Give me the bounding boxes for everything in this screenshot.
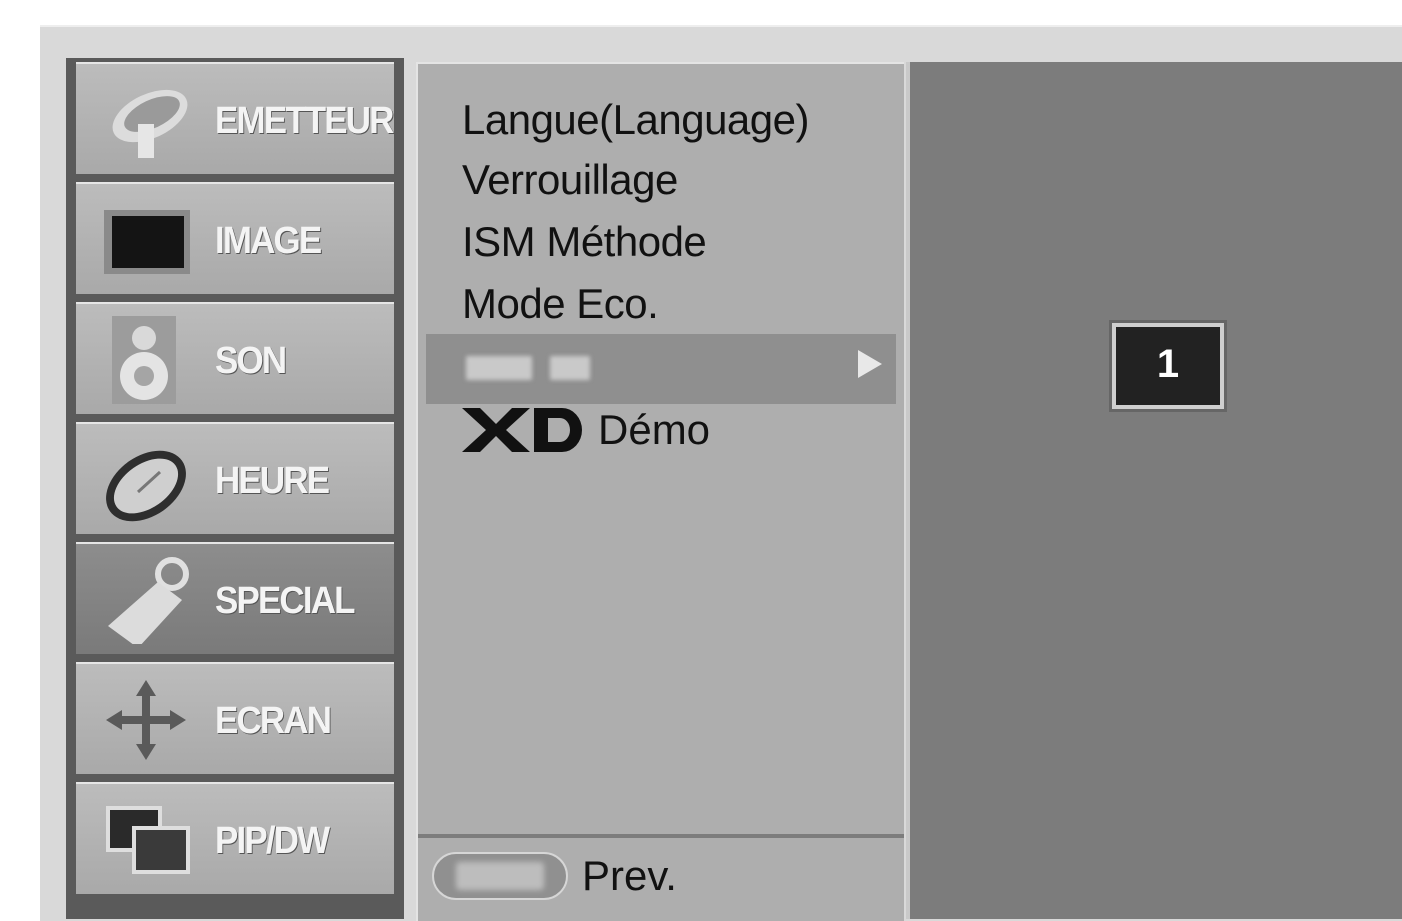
menu-item-selected[interactable]: [426, 334, 896, 404]
sidebar-item-son[interactable]: SON: [76, 302, 394, 414]
sidebar-item-label: IMAGE: [215, 220, 322, 262]
sidebar-item-label: SPECIAL: [215, 580, 355, 622]
clock-icon: [106, 450, 186, 522]
menu-item-demo[interactable]: Démo: [598, 406, 710, 454]
satellite-dish-icon: [112, 89, 188, 158]
sidebar-item-label: HEURE: [215, 460, 330, 502]
tv-screen-icon: [104, 210, 190, 274]
sidebar-item-pip-dw[interactable]: PIP/DW: [76, 782, 394, 894]
submenu-arrow-icon: [858, 350, 882, 378]
submenu-panel: [906, 62, 1402, 919]
menu-item-verrouillage[interactable]: Verrouillage: [462, 156, 678, 204]
sidebar-item-label: SON: [215, 340, 287, 382]
move-arrows-icon: [106, 680, 186, 760]
value-selector[interactable]: 1: [1112, 323, 1224, 409]
menu-item-ism-methode[interactable]: ISM Méthode: [462, 218, 707, 266]
menu-item-langue[interactable]: Langue(Language): [462, 96, 810, 144]
speaker-icon: [112, 316, 176, 404]
menu-footer-divider: [418, 834, 904, 838]
xd-logo-icon: [462, 408, 582, 452]
sidebar-item-emetteur[interactable]: EMETTEUR: [76, 62, 394, 174]
selected-item-label: [466, 350, 596, 384]
menu-item-mode-eco[interactable]: Mode Eco.: [462, 280, 659, 328]
sidebar-item-label: PIP/DW: [215, 820, 330, 862]
prev-label: Prev.: [582, 852, 677, 899]
value-text: 1: [1156, 342, 1180, 386]
sidebar-item-heure[interactable]: HEURE: [76, 422, 394, 534]
sidebar-item-label: ECRAN: [215, 700, 332, 742]
pip-windows-icon: [106, 806, 190, 874]
sidebar-item-label: EMETTEUR: [215, 100, 394, 142]
sidebar-item-ecran[interactable]: ECRAN: [76, 662, 394, 774]
sidebar-item-image[interactable]: IMAGE: [76, 182, 394, 294]
sidebar-item-special[interactable]: SPECIAL: [76, 542, 394, 654]
special-menu-panel: Langue(Language) Verrouillage ISM Méthod…: [416, 62, 904, 921]
tag-icon: [108, 557, 189, 644]
menu-button-icon: [432, 852, 568, 900]
